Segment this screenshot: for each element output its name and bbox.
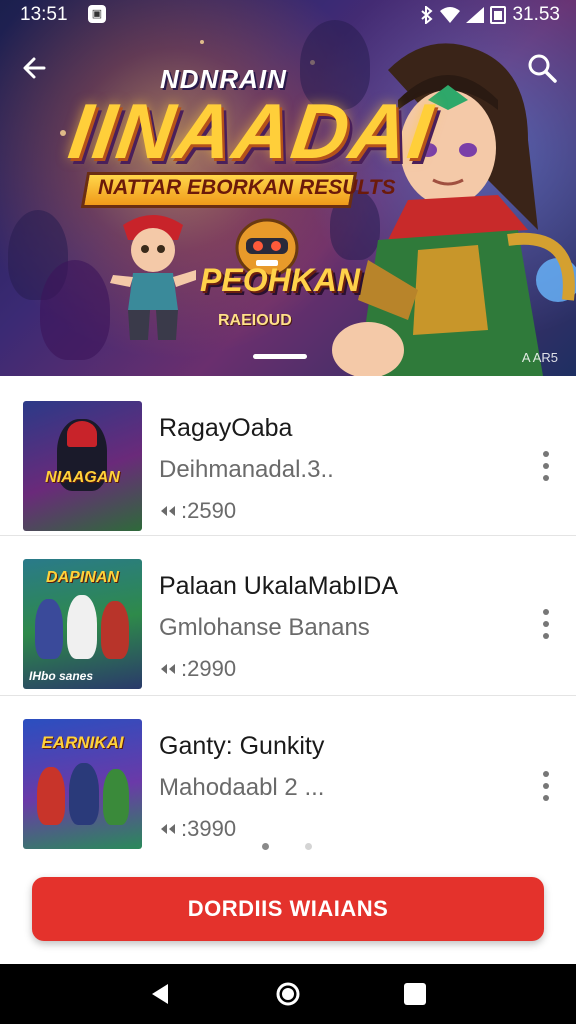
item-subtitle: Mahodaabl 2 ... <box>159 774 325 801</box>
item-thumbnail: DAPINAN IHbo sanes <box>23 559 142 689</box>
thumbnail-character <box>101 601 129 659</box>
nav-home-icon[interactable] <box>275 981 301 1007</box>
item-count: :2990 <box>159 656 236 682</box>
list-item[interactable]: EARNIKAI Ganty: Gunkity Mahodaabl 2 ... … <box>0 696 576 856</box>
nav-recents-icon[interactable] <box>404 983 426 1005</box>
nav-back-icon[interactable] <box>148 982 172 1006</box>
hero-tag: PEOHKAN <box>200 262 361 298</box>
thumbnail-title: DAPINAN <box>46 569 119 586</box>
item-title: Ganty: Gunkity <box>159 732 325 760</box>
more-options-icon[interactable] <box>534 604 558 644</box>
status-right-text: 31.53 <box>512 4 560 25</box>
thumbnail-character <box>37 767 65 825</box>
thumbnail-character <box>67 595 97 659</box>
thumbnail-character <box>35 599 63 659</box>
signal-icon <box>466 7 485 23</box>
background-character <box>40 260 110 360</box>
boy-character-art <box>110 215 196 340</box>
item-subtitle: Deihmanadal.3.. <box>159 456 334 483</box>
more-options-icon[interactable] <box>534 766 558 806</box>
thumbnail-character <box>103 769 129 825</box>
pagination-dot-active[interactable] <box>262 843 269 850</box>
item-count: :3990 <box>159 816 236 842</box>
item-count-value: :2590 <box>181 498 237 523</box>
thumbnail-title: NIAAGAN <box>45 469 120 486</box>
users-icon <box>161 664 175 674</box>
item-thumbnail: NIAAGAN <box>23 401 142 531</box>
item-thumbnail: EARNIKAI <box>23 719 142 849</box>
item-title: Palaan UkalaMabIDA <box>159 572 399 600</box>
item-subtitle: Gmlohanse Banans <box>159 614 370 641</box>
item-count-value: :3990 <box>181 816 237 841</box>
hero-subtitle: NATTAR EBORKAN RESULTS <box>98 176 396 199</box>
status-bar: 13:51 ▣ 31.53 <box>0 0 576 30</box>
wifi-icon <box>440 7 461 23</box>
hero-corner-label: A AR5 <box>521 350 558 365</box>
more-options-icon[interactable] <box>534 446 558 486</box>
hero-tag-small: RAEIOUD <box>218 312 292 329</box>
sparkle-decoration <box>60 130 66 136</box>
hero-banner[interactable]: NDNRAIN IINAADAI NATTAR EBORKAN RESULTS … <box>0 0 576 376</box>
back-arrow-icon[interactable] <box>18 50 54 86</box>
thumbnail-caption: IHbo sanes <box>29 669 94 683</box>
item-title: RagayOaba <box>159 414 293 442</box>
status-time: 13:51 <box>20 4 68 25</box>
pagination-dot[interactable] <box>305 843 312 850</box>
primary-action-button[interactable]: DORDIIS WIAIANS <box>32 877 544 941</box>
system-navigation-bar <box>0 964 576 1024</box>
status-indicators: 31.53 <box>420 4 560 26</box>
item-count: :2590 <box>159 498 236 524</box>
list-item[interactable]: NIAAGAN RagayOaba Deihmanadal.3.. :2590 <box>0 376 576 536</box>
list-item[interactable]: DAPINAN IHbo sanes Palaan UkalaMabIDA Gm… <box>0 536 576 696</box>
thumbnail-character <box>69 763 99 825</box>
bluetooth-icon <box>421 6 434 24</box>
search-icon[interactable] <box>524 50 560 86</box>
item-count-value: :2990 <box>181 656 237 681</box>
carousel-indicator[interactable] <box>253 354 307 359</box>
hero-title: IINAADAI <box>63 87 439 175</box>
thumbnail-title: EARNIKAI <box>41 733 124 752</box>
notification-app-icon: ▣ <box>88 5 106 23</box>
sparkle-decoration <box>200 40 204 44</box>
battery-icon <box>490 6 507 24</box>
thumbnail-hat <box>67 421 97 447</box>
pagination-dots <box>262 843 312 850</box>
users-icon <box>161 824 175 834</box>
users-icon <box>161 506 175 516</box>
